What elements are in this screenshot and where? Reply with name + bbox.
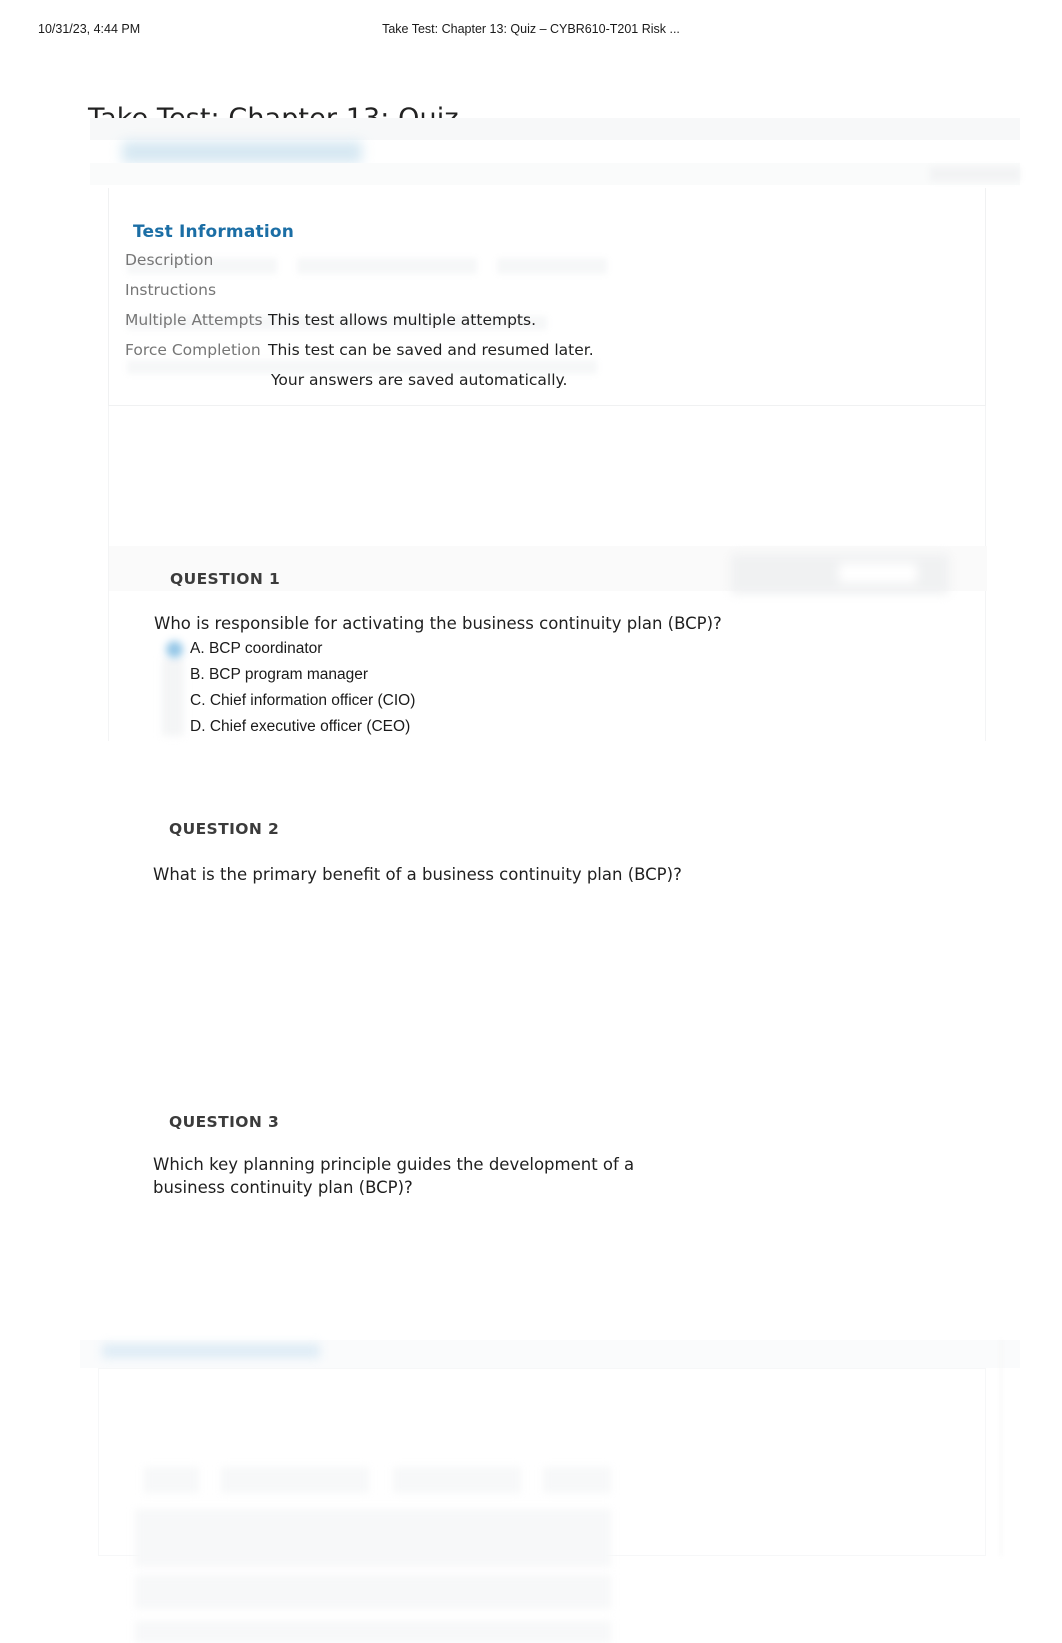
top-chrome-band (90, 118, 1020, 140)
breadcrumb[interactable] (122, 141, 362, 163)
option-text: BCP coordinator (208, 640, 323, 657)
info-label: Multiple Attempts (125, 311, 263, 329)
question-2-text: What is the primary benefit of a busines… (153, 865, 682, 884)
info-value: This test can be saved and resumed later… (268, 341, 594, 359)
question-1-label: QUESTION 1 (170, 570, 281, 588)
option-letter: B. (190, 666, 205, 683)
question-1-option-a[interactable]: A. BCP coordinator (154, 636, 774, 662)
info-row-multiple-attempts: Multiple Attempts This test allows multip… (125, 305, 965, 335)
info-row-autosave-note: Your answers are saved automatically. (125, 365, 965, 395)
info-row-force-completion: Force Completion This test can be saved a… (125, 335, 965, 365)
secondary-chrome-band (90, 163, 1020, 185)
option-text: Chief executive officer (CEO) (209, 718, 411, 735)
option-letter: D. (190, 718, 206, 735)
questions-container: QUESTION 1 Who is responsible for activa… (108, 406, 987, 741)
question-block-2: QUESTION 2 What is the primary benefit o… (108, 812, 986, 932)
info-row-description: Description (125, 245, 965, 275)
info-label: Instructions (125, 281, 217, 299)
question-3-text: Which key planning principle guides the … (153, 1155, 635, 1197)
option-text: Chief information officer (CIO) (209, 692, 416, 709)
question-1-text: Who is responsible for activating the bu… (154, 614, 722, 633)
bottom-page-chrome (80, 1340, 1020, 1643)
option-text: BCP program manager (208, 666, 369, 683)
question-2-label: QUESTION 2 (169, 820, 280, 838)
question-3-label: QUESTION 3 (169, 1113, 280, 1131)
test-information-rows: Description Instructions Multiple Attemp… (125, 245, 965, 395)
question-block-3: QUESTION 3 Which key planning principle … (108, 1105, 986, 1235)
question-1-option-c[interactable]: C. Chief information officer (CIO) (154, 688, 774, 714)
question-1-options: A. BCP coordinator B. BCP program manage… (154, 636, 774, 740)
question-block-1: QUESTION 1 Who is responsible for activa… (109, 546, 987, 741)
info-value: Your answers are saved automatically. (271, 371, 568, 389)
print-document-title: Take Test: Chapter 13: Quiz – CYBR610-T2… (382, 22, 680, 36)
bottom-breadcrumb[interactable] (102, 1344, 320, 1358)
question-1-option-d[interactable]: D. Chief executive officer (CEO) (154, 714, 774, 740)
bottom-content-card (98, 1368, 986, 1643)
info-label: Force Completion (125, 341, 261, 359)
question-1-option-b[interactable]: B. BCP program manager (154, 662, 774, 688)
test-information-heading: Test Information (133, 222, 295, 243)
radio-selected-icon[interactable] (166, 641, 183, 658)
print-header: 10/31/23, 4:44 PM Take Test: Chapter 13:… (0, 22, 1062, 42)
bottom-chrome-right-edge (1000, 1340, 1002, 1556)
test-information-panel: Test Information Description Instruction… (108, 188, 986, 406)
option-letter: C. (190, 692, 206, 709)
bottom-chrome-band (80, 1340, 1020, 1368)
question-1-points-field[interactable] (731, 554, 949, 594)
option-letter: A. (190, 640, 205, 657)
info-label: Description (125, 251, 214, 269)
info-row-instructions: Instructions (125, 275, 965, 305)
info-value: This test allows multiple attempts. (268, 311, 536, 329)
